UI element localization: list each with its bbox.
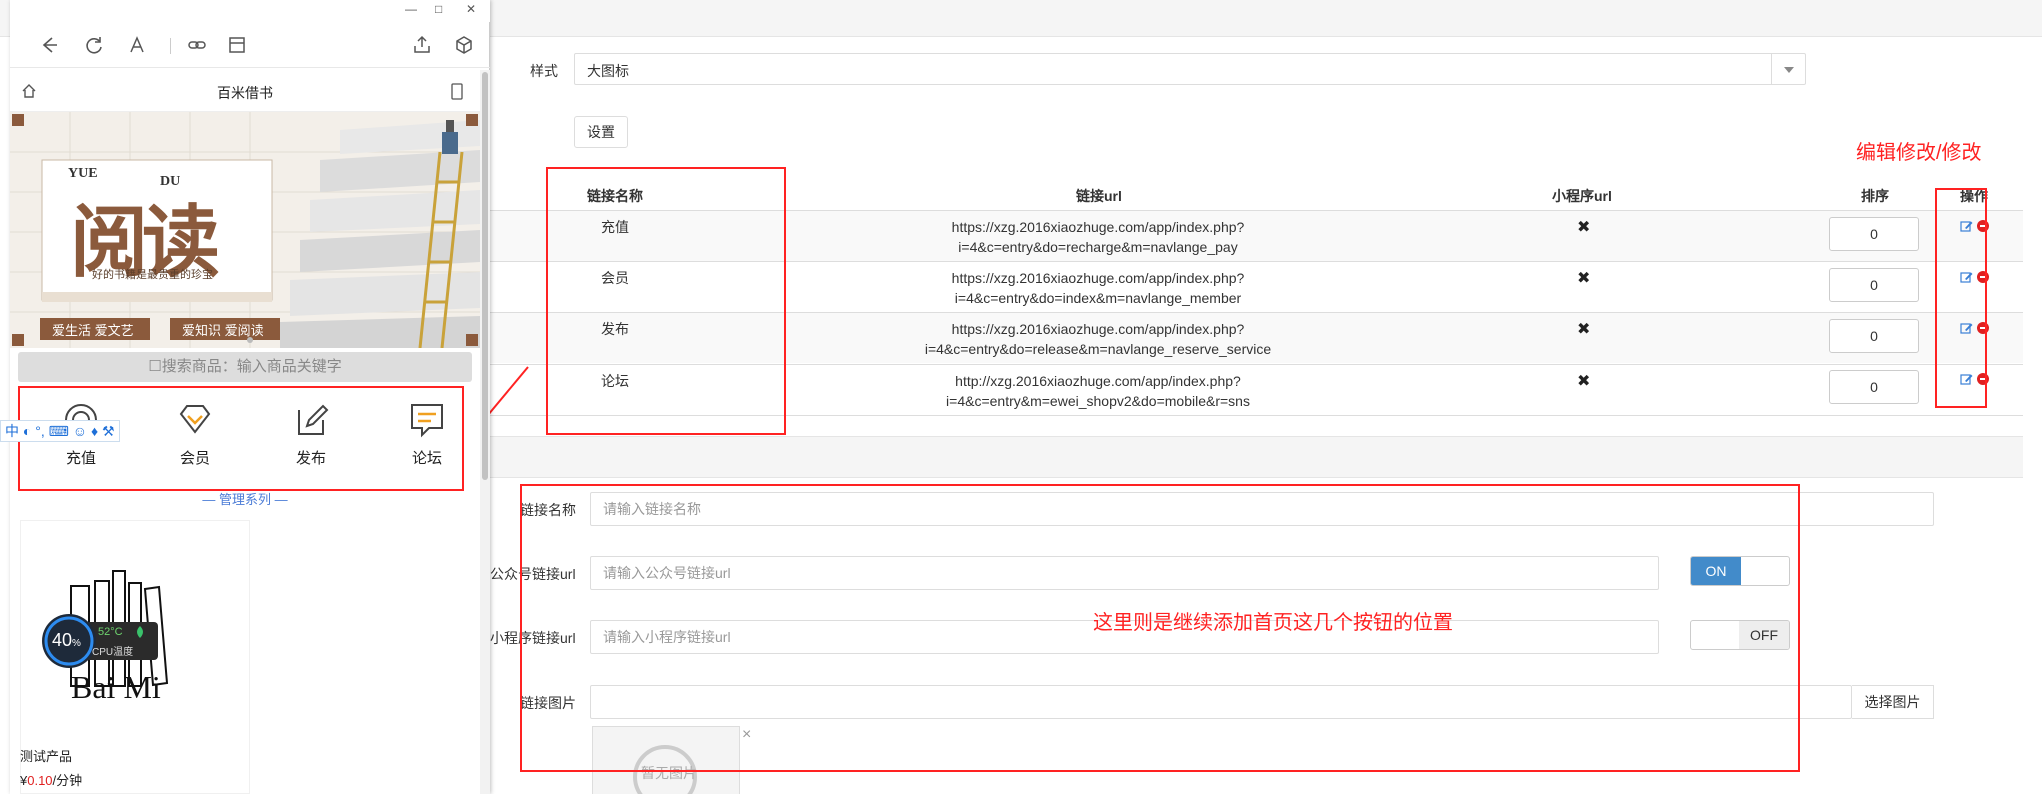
product-search-bar[interactable]: ☐搜索商品：输入商品关键字	[18, 352, 472, 382]
keyboard-icon[interactable]: ⌨	[49, 423, 69, 439]
cpu-temp: 52°C	[98, 626, 123, 638]
banner-tag-1: 爱生活 爱文艺	[52, 323, 134, 338]
cube-icon[interactable]	[453, 34, 475, 56]
font-icon[interactable]	[126, 34, 148, 56]
refresh-icon[interactable]	[83, 34, 105, 56]
mini-url-missing-icon: ✖	[1577, 321, 1591, 338]
chevron-down-icon[interactable]	[1771, 54, 1805, 84]
wrench-icon[interactable]: ⚒	[102, 423, 115, 439]
sort-input[interactable]: 0	[1829, 268, 1919, 302]
preview-scrollbar-thumb[interactable]	[482, 72, 488, 480]
phone-device-icon[interactable]	[451, 83, 463, 100]
product-name: 测试产品	[20, 749, 73, 764]
browser-toolbar	[10, 22, 490, 68]
price-value: 0.10	[27, 773, 53, 788]
row-url-line2: i=4&c=entry&do=index&m=navlange_member	[954, 290, 1242, 306]
sort-input[interactable]: 0	[1829, 319, 1919, 353]
cpu-percent: 40%	[52, 630, 81, 651]
search-box-icon: ☐	[148, 358, 162, 375]
maximize-icon[interactable]: □	[435, 2, 442, 16]
row-url-line2: i=4&c=entry&m=ewei_shopv2&do=mobile&r=sn…	[946, 393, 1250, 409]
row-url: https://xzg.2016xiaozhuge.com/app/index.…	[898, 319, 1298, 359]
product-logo-text: Bai Mi	[71, 669, 161, 705]
sort-input[interactable]: 0	[1829, 370, 1919, 404]
row-url: http://xzg.2016xiaozhuge.com/app/index.p…	[898, 371, 1298, 411]
settings-button[interactable]: 设置	[574, 116, 628, 148]
pick-image-button[interactable]: 选择图片	[1852, 685, 1934, 719]
window-title-bar: — □ ✕	[10, 0, 490, 22]
row-url: https://xzg.2016xiaozhuge.com/app/index.…	[898, 217, 1298, 257]
user-icon[interactable]: ☺	[73, 423, 87, 439]
shirt-icon[interactable]: ♦	[91, 423, 98, 439]
moon-icon[interactable]: ◐	[23, 423, 31, 439]
search-placeholder: 搜索商品：输入商品关键字	[161, 358, 342, 375]
mini-app-nav-bar: 百米借书	[10, 70, 480, 112]
phone-preview-window: — □ ✕ 百米借书 YUE DU 阅读 好的书籍是最贵重的珍宝 爱生活 爱文艺…	[10, 0, 490, 794]
col-header-url: 链接url	[1076, 188, 1122, 204]
row-url-line1: https://xzg.2016xiaozhuge.com/app/index.…	[951, 219, 1245, 235]
product-price: ¥0.10/分钟	[20, 770, 82, 789]
back-arrow-icon[interactable]	[38, 34, 60, 56]
price-unit: /分钟	[52, 773, 83, 788]
toolbar-separator	[170, 38, 171, 54]
sort-input[interactable]: 0	[1829, 217, 1919, 251]
manage-series-heading: — 管理系列 —	[202, 492, 288, 507]
cpu-percent-value: 40	[52, 630, 73, 650]
punctuation-icon[interactable]: °,	[35, 423, 45, 439]
annotation-box-actions	[1935, 188, 1987, 408]
annotation-add-note: 这里则是继续添加首页这几个按钮的位置	[1093, 612, 1453, 634]
mini-url-missing-icon: ✖	[1577, 270, 1591, 287]
banner-slogan: 好的书籍是最贵重的珍宝	[92, 269, 213, 281]
annotation-box-names	[546, 167, 786, 435]
row-url: https://xzg.2016xiaozhuge.com/app/index.…	[898, 268, 1298, 308]
row-url-line1: https://xzg.2016xiaozhuge.com/app/index.…	[951, 270, 1245, 286]
style-select[interactable]: 大图标	[574, 53, 1806, 85]
row-url-line2: i=4&c=entry&do=recharge&m=navlange_pay	[958, 239, 1238, 255]
row-url-line1: http://xzg.2016xiaozhuge.com/app/index.p…	[955, 373, 1241, 389]
link-icon[interactable]	[186, 34, 208, 56]
minimize-icon[interactable]: —	[405, 2, 417, 16]
style-label: 样式	[530, 63, 558, 79]
share-icon[interactable]	[411, 34, 433, 56]
layout-icon[interactable]	[226, 34, 248, 56]
annotation-edit-note: 编辑修改/修改	[1856, 142, 1982, 164]
form-panel-header	[490, 436, 2023, 478]
mini-app-title: 百米借书	[217, 85, 273, 101]
row-url-line1: https://xzg.2016xiaozhuge.com/app/index.…	[951, 321, 1245, 337]
ime-mode[interactable]: 中	[5, 423, 19, 439]
preview-scrollbar[interactable]	[480, 70, 490, 794]
style-select-value: 大图标	[587, 63, 629, 79]
col-header-sort: 排序	[1861, 188, 1889, 204]
banner-tag-2: 爱知识 爱阅读	[182, 323, 264, 338]
ime-toolbar[interactable]: 中 ◐ °, ⌨ ☺ ♦ ⚒	[0, 420, 120, 442]
row-url-line2: i=4&c=entry&do=release&m=navlange_reserv…	[924, 341, 1272, 357]
cpu-label: CPU温度	[92, 647, 134, 658]
home-banner[interactable]: YUE DU 阅读 好的书籍是最贵重的珍宝 爱生活 爱文艺 爱知识 爱阅读	[10, 112, 480, 348]
mini-url-missing-icon: ✖	[1577, 373, 1591, 390]
mini-url-missing-icon: ✖	[1577, 219, 1591, 236]
col-header-mini-url: 小程序url	[1552, 188, 1612, 204]
close-icon[interactable]: ✕	[466, 2, 476, 16]
cpu-monitor-widget[interactable]: 40% 52°C CPU温度	[40, 612, 160, 670]
cpu-percent-unit: %	[72, 638, 81, 649]
